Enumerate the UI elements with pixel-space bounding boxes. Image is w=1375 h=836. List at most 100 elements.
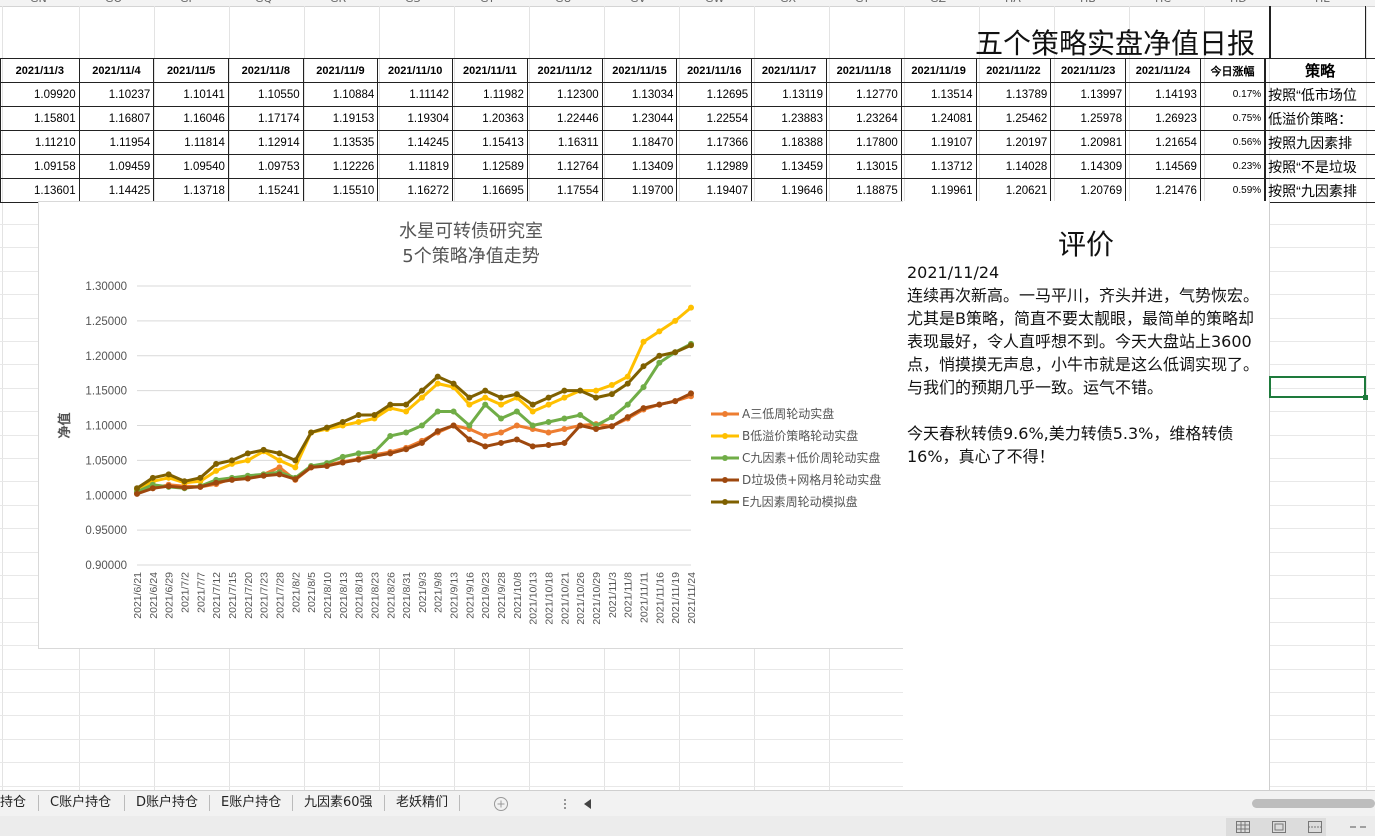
date-header[interactable]: 2021/11/11 bbox=[452, 58, 528, 83]
nav-value-cell[interactable]: 1.10141 bbox=[153, 82, 229, 107]
nav-value-cell[interactable]: 1.15413 bbox=[452, 130, 528, 155]
date-header[interactable]: 2021/11/4 bbox=[78, 58, 155, 83]
nav-value-cell[interactable]: 1.12226 bbox=[302, 154, 379, 179]
nav-value-cell[interactable]: 1.12695 bbox=[676, 82, 753, 107]
nav-value-cell[interactable]: 1.17366 bbox=[676, 130, 753, 155]
horizontal-scrollbar[interactable] bbox=[1252, 799, 1375, 808]
date-header[interactable]: 今日涨幅 bbox=[1199, 58, 1266, 83]
nav-value-cell[interactable]: 1.13409 bbox=[601, 154, 678, 179]
nav-value-cell[interactable]: 1.11142 bbox=[377, 82, 454, 107]
nav-value-cell[interactable]: 1.19304 bbox=[377, 106, 454, 131]
nav-value-cell[interactable]: 1.15510 bbox=[302, 178, 379, 203]
column-header[interactable]: HD bbox=[1230, 0, 1247, 5]
nav-value-cell[interactable]: 1.13015 bbox=[825, 154, 902, 179]
nav-value-cell[interactable]: 1.09753 bbox=[227, 154, 304, 179]
nav-value-cell[interactable]: 1.12989 bbox=[676, 154, 753, 179]
date-header[interactable]: 2021/11/10 bbox=[377, 58, 454, 83]
sheet-tab[interactable]: 持仓 bbox=[0, 793, 26, 813]
column-header[interactable]: HB bbox=[1080, 0, 1096, 5]
nav-value-cell[interactable]: 1.14309 bbox=[1050, 154, 1127, 179]
nav-value-cell[interactable]: 1.19646 bbox=[751, 178, 827, 203]
nav-value-cell[interactable]: 1.17554 bbox=[526, 178, 603, 203]
date-header[interactable]: 2021/11/19 bbox=[900, 58, 977, 83]
nav-value-cell[interactable]: 1.20769 bbox=[1050, 178, 1127, 203]
column-header[interactable]: GP bbox=[180, 0, 195, 5]
nav-value-cell[interactable]: 1.17800 bbox=[825, 130, 902, 155]
column-header[interactable]: GQ bbox=[255, 0, 272, 5]
nav-value-cell[interactable]: 1.12300 bbox=[526, 82, 603, 107]
column-header[interactable]: HE bbox=[1315, 0, 1330, 5]
nav-value-cell[interactable]: 1.11982 bbox=[452, 82, 528, 107]
strategy-cell[interactable]: 按照“九因素排 bbox=[1264, 178, 1375, 203]
nav-value-cell[interactable]: 1.13601 bbox=[0, 178, 80, 203]
nav-value-cell[interactable]: 1.19961 bbox=[900, 178, 977, 203]
nav-value-cell[interactable]: 1.14193 bbox=[1125, 82, 1201, 107]
column-header[interactable]: GZ bbox=[930, 0, 946, 5]
column-header[interactable]: HA bbox=[1005, 0, 1021, 5]
column-header[interactable]: GO bbox=[105, 0, 122, 5]
nav-value-cell[interactable]: 1.20363 bbox=[452, 106, 528, 131]
nav-value-cell[interactable]: 1.12589 bbox=[452, 154, 528, 179]
nav-value-cell[interactable]: 1.09158 bbox=[0, 154, 80, 179]
nav-value-cell[interactable]: 1.23044 bbox=[601, 106, 678, 131]
nav-value-cell[interactable]: 1.14245 bbox=[377, 130, 454, 155]
column-header[interactable]: HC bbox=[1155, 0, 1171, 5]
nav-value-cell[interactable]: 1.18875 bbox=[825, 178, 902, 203]
strategy-cell[interactable]: 按照“低市场位 bbox=[1264, 82, 1375, 107]
nav-value-cell[interactable]: 1.16046 bbox=[153, 106, 229, 131]
column-header[interactable]: GU bbox=[555, 0, 572, 5]
nav-value-cell[interactable]: 1.13535 bbox=[302, 130, 379, 155]
change-cell[interactable]: 0.75% bbox=[1199, 106, 1266, 131]
nav-value-cell[interactable]: 1.09459 bbox=[78, 154, 155, 179]
nav-value-cell[interactable]: 1.14425 bbox=[78, 178, 155, 203]
date-header[interactable]: 2021/11/5 bbox=[153, 58, 229, 83]
sheet-tab[interactable]: E账户持仓 bbox=[221, 793, 281, 813]
nav-value-cell[interactable]: 1.26923 bbox=[1125, 106, 1201, 131]
nav-value-cell[interactable]: 1.12764 bbox=[526, 154, 603, 179]
nav-value-cell[interactable]: 1.21476 bbox=[1125, 178, 1201, 203]
nav-value-cell[interactable]: 1.12770 bbox=[825, 82, 902, 107]
strategy-cell[interactable]: 低溢价策略： bbox=[1264, 106, 1375, 131]
nav-value-cell[interactable]: 1.19700 bbox=[601, 178, 678, 203]
nav-value-cell[interactable]: 1.11954 bbox=[78, 130, 155, 155]
nav-value-cell[interactable]: 1.17174 bbox=[227, 106, 304, 131]
zoom-out-icon[interactable] bbox=[1348, 824, 1368, 830]
nav-value-cell[interactable]: 1.20621 bbox=[975, 178, 1052, 203]
date-header[interactable]: 2021/11/8 bbox=[227, 58, 304, 83]
nav-value-cell[interactable]: 1.18388 bbox=[751, 130, 827, 155]
date-header[interactable]: 2021/11/9 bbox=[302, 58, 379, 83]
nav-value-cell[interactable]: 1.13997 bbox=[1050, 82, 1127, 107]
date-header[interactable]: 2021/11/23 bbox=[1050, 58, 1127, 83]
column-header[interactable]: GW bbox=[705, 0, 724, 5]
nav-value-cell[interactable]: 1.16695 bbox=[452, 178, 528, 203]
nav-value-cell[interactable]: 1.19107 bbox=[900, 130, 977, 155]
nav-line-chart[interactable]: 水星可转债研究室 5个策略净值走势 0.90000 0.95000 1.00000 1.0… bbox=[39, 202, 903, 648]
nav-value-cell[interactable]: 1.19153 bbox=[302, 106, 379, 131]
nav-value-cell[interactable]: 1.23264 bbox=[825, 106, 902, 131]
nav-value-cell[interactable]: 1.12914 bbox=[227, 130, 304, 155]
sheet-tab[interactable]: D账户持仓 bbox=[136, 793, 198, 813]
nav-value-cell[interactable]: 1.23883 bbox=[751, 106, 827, 131]
date-header[interactable]: 2021/11/16 bbox=[676, 58, 753, 83]
column-header[interactable]: GR bbox=[330, 0, 346, 5]
nav-value-cell[interactable]: 1.13034 bbox=[601, 82, 678, 107]
nav-value-cell[interactable]: 1.11814 bbox=[153, 130, 229, 155]
strategy-header[interactable]: 策略 bbox=[1264, 58, 1375, 83]
strategy-cell[interactable]: 按照九因素排 bbox=[1264, 130, 1375, 155]
selected-cell[interactable] bbox=[1269, 376, 1368, 400]
strategy-cell[interactable]: 按照“不是垃圾 bbox=[1264, 154, 1375, 179]
nav-value-cell[interactable]: 1.24081 bbox=[900, 106, 977, 131]
date-header[interactable]: 2021/11/17 bbox=[751, 58, 827, 83]
nav-value-cell[interactable]: 1.25462 bbox=[975, 106, 1052, 131]
date-header[interactable]: 2021/11/15 bbox=[601, 58, 678, 83]
triangle-left-icon[interactable] bbox=[583, 798, 593, 810]
sheet-tab[interactable]: 老妖精们 bbox=[396, 793, 448, 813]
nav-value-cell[interactable]: 1.20981 bbox=[1050, 130, 1127, 155]
column-header[interactable]: GN bbox=[30, 0, 47, 5]
date-header[interactable]: 2021/11/22 bbox=[975, 58, 1052, 83]
nav-value-cell[interactable]: 1.13119 bbox=[751, 82, 827, 107]
nav-value-cell[interactable]: 1.09920 bbox=[0, 82, 80, 107]
nav-value-cell[interactable]: 1.11210 bbox=[0, 130, 80, 155]
date-header[interactable]: 2021/11/24 bbox=[1125, 58, 1201, 83]
column-header-bar[interactable]: GN GO GP GQ GR GS GT GU GV GW GX GY GZ H… bbox=[0, 0, 1375, 7]
